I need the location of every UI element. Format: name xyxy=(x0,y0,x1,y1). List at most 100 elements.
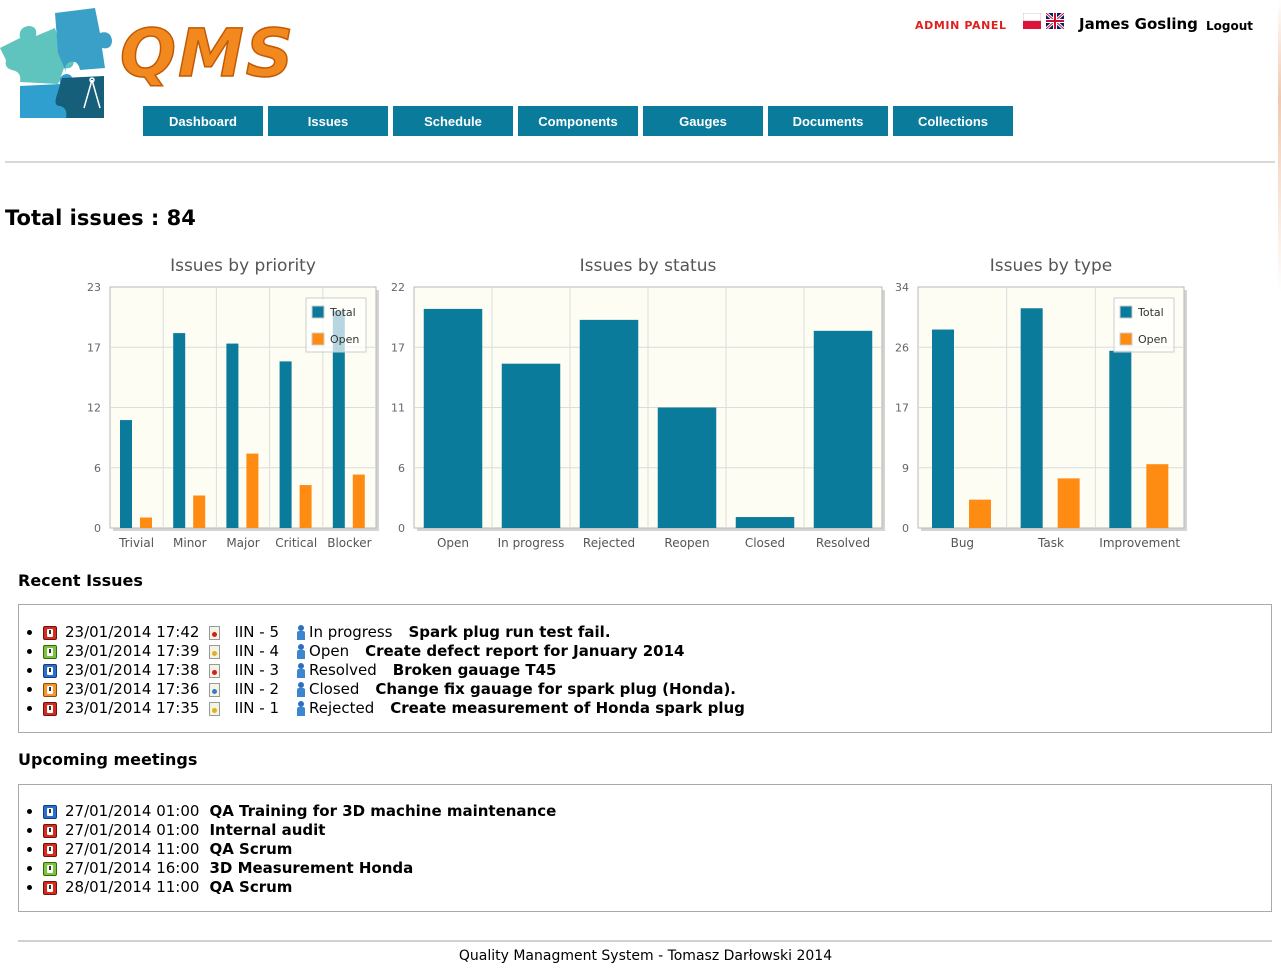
footer-text: Quality Managment System - Tomasz Darłow… xyxy=(458,948,833,964)
issue-title-link[interactable]: Create measurement of Honda spark plug xyxy=(390,699,745,717)
bar-total xyxy=(579,319,639,528)
priority-orange-icon xyxy=(43,682,57,697)
legend-label: Total xyxy=(1137,306,1164,319)
issue-number[interactable]: IIN - 4 xyxy=(234,642,279,660)
nav-schedule[interactable]: Schedule xyxy=(393,106,513,136)
nav-dashboard[interactable]: Dashboard xyxy=(143,106,263,136)
meeting-title-link[interactable]: Internal audit xyxy=(209,821,325,839)
bar-open xyxy=(140,517,152,528)
qms-logo[interactable]: QMS xyxy=(0,8,300,118)
y-tick-label: 17 xyxy=(391,341,405,354)
issue-number[interactable]: IIN - 5 xyxy=(234,623,279,641)
meeting-date: 27/01/2014 01:00 xyxy=(65,821,200,839)
issue-title-link[interactable]: Spark plug run test fail. xyxy=(408,623,610,641)
chart-title: Issues by priority xyxy=(170,256,316,276)
bar-total xyxy=(501,363,561,528)
nav-gauges[interactable]: Gauges xyxy=(643,106,763,136)
issue-title-link[interactable]: Create defect report for January 2014 xyxy=(365,642,684,660)
priority-blue-icon xyxy=(43,663,57,678)
recent-issue-item[interactable]: 23/01/2014 17:35 IIN - 1 Rejected Create me… xyxy=(43,699,1271,718)
recent-issue-item[interactable]: 23/01/2014 17:36 IIN - 2 Closed Change fix … xyxy=(43,680,1271,699)
x-tick-label: Minor xyxy=(173,536,207,550)
chart-title: Issues by status xyxy=(580,256,717,276)
nav-documents[interactable]: Documents xyxy=(768,106,888,136)
bar-total xyxy=(735,517,795,528)
recent-issue-item[interactable]: 23/01/2014 17:38 IIN - 3 Resolved Broken ga… xyxy=(43,661,1271,680)
bar-open xyxy=(299,485,312,528)
meeting-item[interactable]: 27/01/2014 11:00 QA Scrum xyxy=(43,840,1271,859)
meeting-date: 27/01/2014 16:00 xyxy=(65,859,200,877)
logout-link[interactable]: Logout xyxy=(1206,19,1253,33)
y-tick-label: 22 xyxy=(391,281,405,294)
nav-components[interactable]: Components xyxy=(518,106,638,136)
type-bug-icon xyxy=(209,625,221,640)
bar-open xyxy=(352,474,365,528)
x-tick-label: Major xyxy=(226,536,259,550)
issue-date: 23/01/2014 17:39 xyxy=(65,642,200,660)
bar-total xyxy=(1020,308,1043,528)
user-name[interactable]: James Gosling xyxy=(1079,15,1198,33)
meeting-item[interactable]: 27/01/2014 16:00 3D Measurement Honda xyxy=(43,859,1271,878)
logo-text: QMS xyxy=(120,15,295,92)
x-tick-label: Open xyxy=(437,536,469,550)
bar-total xyxy=(279,361,292,528)
meeting-date: 28/01/2014 11:00 xyxy=(65,878,200,896)
nav-issues[interactable]: Issues xyxy=(268,106,388,136)
bar-total xyxy=(932,329,954,528)
issue-status: Rejected xyxy=(309,699,375,717)
english-flag-icon[interactable] xyxy=(1046,13,1064,29)
meeting-date: 27/01/2014 01:00 xyxy=(65,802,200,820)
meeting-item[interactable]: 28/01/2014 11:00 QA Scrum xyxy=(43,878,1271,897)
chart-issues-by-status: Issues by status 0 6 11 17 22 Open In progress R… xyxy=(391,256,885,550)
issue-date: 23/01/2014 17:42 xyxy=(65,623,200,641)
legend-label: Open xyxy=(1138,333,1167,346)
nav-collections[interactable]: Collections xyxy=(893,106,1013,136)
issue-status: Closed xyxy=(309,680,360,698)
issue-date: 23/01/2014 17:35 xyxy=(65,699,200,717)
issue-title-link[interactable]: Change fix gauage for spark plug (Honda)… xyxy=(375,680,736,698)
legend-label: Total xyxy=(329,306,356,319)
bar-total xyxy=(1109,350,1132,528)
recent-issue-item[interactable]: 23/01/2014 17:39 IIN - 4 Open Create defect… xyxy=(43,642,1271,661)
y-tick-label: 17 xyxy=(87,341,101,354)
x-tick-label: Critical xyxy=(275,536,317,550)
issue-number[interactable]: IIN - 2 xyxy=(234,680,279,698)
upcoming-meetings-list: 27/01/2014 01:00 QA Training for 3D machi… xyxy=(19,802,1271,897)
x-tick-label: Reopen xyxy=(664,536,709,550)
upcoming-meetings-title: Upcoming meetings xyxy=(18,750,198,769)
admin-panel-link[interactable]: ADMIN PANEL xyxy=(915,19,1007,32)
x-tick-label: Rejected xyxy=(583,536,635,550)
bar-total xyxy=(173,333,186,528)
meeting-item[interactable]: 27/01/2014 01:00 QA Training for 3D machi… xyxy=(43,802,1271,821)
bar-open xyxy=(246,453,259,528)
status-user-icon xyxy=(293,681,309,698)
type-task-icon xyxy=(209,644,221,659)
meeting-title-link[interactable]: 3D Measurement Honda xyxy=(209,859,413,877)
upcoming-meetings-box: 27/01/2014 01:00 QA Training for 3D machi… xyxy=(18,784,1272,912)
issue-number[interactable]: IIN - 1 xyxy=(234,699,279,717)
meeting-date: 27/01/2014 11:00 xyxy=(65,840,200,858)
meeting-item[interactable]: 27/01/2014 01:00 Internal audit xyxy=(43,821,1271,840)
recent-issue-item[interactable]: 23/01/2014 17:42 IIN - 5 In progress Spark … xyxy=(43,623,1271,642)
main-nav: Dashboard Issues Schedule Components Gau… xyxy=(143,106,1013,136)
issue-title-link[interactable]: Broken gauage T45 xyxy=(393,661,557,679)
y-tick-label: 9 xyxy=(902,462,909,475)
type-task-icon xyxy=(209,701,221,716)
issue-status: In progress xyxy=(309,623,393,641)
meeting-title-link[interactable]: QA Scrum xyxy=(209,840,292,858)
y-tick-label: 34 xyxy=(895,281,909,294)
meeting-title-link[interactable]: QA Training for 3D machine maintenance xyxy=(209,802,556,820)
issue-status: Open xyxy=(309,642,350,660)
meeting-title-link[interactable]: QA Scrum xyxy=(209,878,292,896)
chart-title: Issues by type xyxy=(990,256,1112,276)
polish-flag-icon[interactable] xyxy=(1023,13,1041,29)
status-user-icon xyxy=(293,624,309,641)
issue-date: 23/01/2014 17:36 xyxy=(65,680,200,698)
bar-total xyxy=(226,343,239,528)
legend-swatch xyxy=(1119,305,1133,319)
bar-total xyxy=(813,330,873,528)
priority-green-icon xyxy=(43,861,57,876)
issue-number[interactable]: IIN - 3 xyxy=(234,661,279,679)
legend-swatch xyxy=(311,332,325,346)
x-tick-label: Trivial xyxy=(118,536,154,550)
